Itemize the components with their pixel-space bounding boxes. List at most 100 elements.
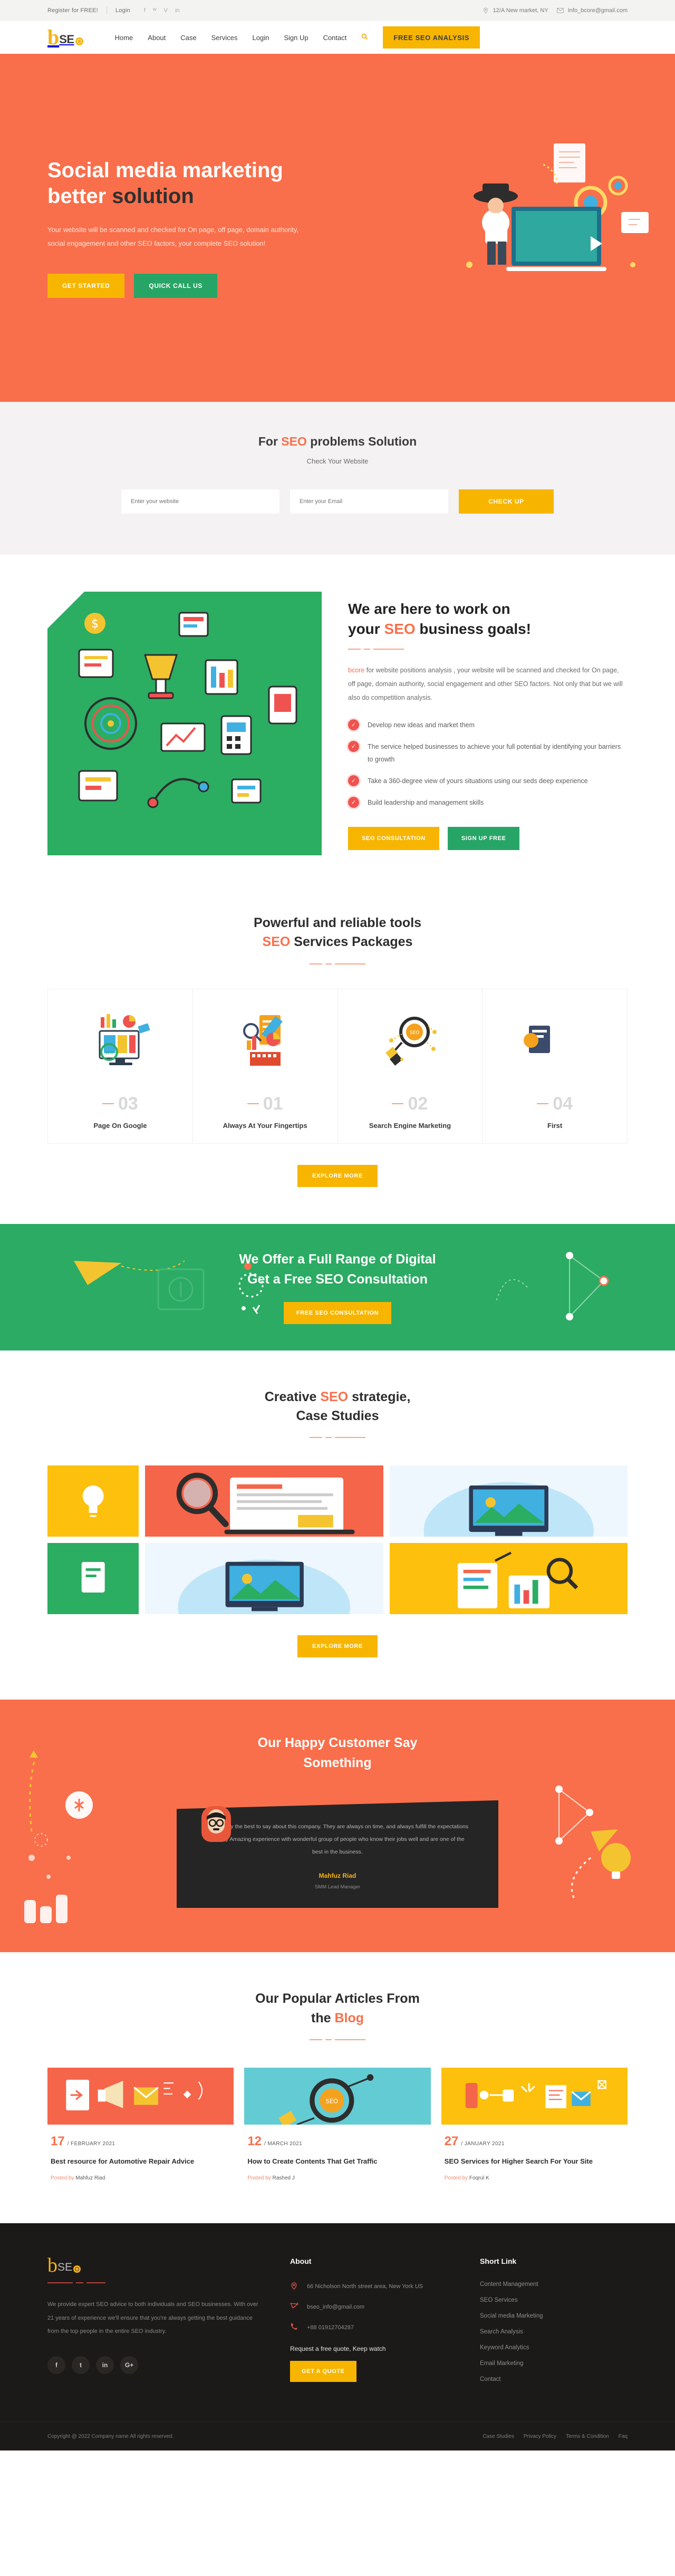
footer-bottom-link-privacy-policy[interactable]: Privacy Policy — [524, 2434, 556, 2439]
footer-social-links: f t in G+ — [47, 2356, 258, 2375]
footer-link-content-management[interactable]: Content Management — [480, 2281, 628, 2288]
footer-link-search-analysis[interactable]: Search Analysis — [480, 2329, 628, 2335]
footer-link-email-marketing[interactable]: Email Marketing — [480, 2360, 628, 2367]
footer-about-text: We provide expert SEO advice to both ind… — [47, 2301, 258, 2334]
blog-post-title[interactable]: SEO Services for Higher Search For Your … — [445, 2156, 624, 2167]
blog-thumbnail: SEO — [244, 2067, 431, 2125]
testimonial-title: Our Happy Customer Say Something — [47, 1733, 628, 1773]
hero-title-line2-dark: solution — [112, 185, 194, 208]
goals-list: ✓ Develop new ideas and market them ✓ Th… — [348, 719, 628, 809]
vimeo-icon[interactable]: V — [164, 7, 168, 14]
case-item[interactable] — [47, 1543, 139, 1614]
blog-post-title[interactable]: How to Create Contents That Get Traffic — [247, 2156, 427, 2167]
footer-address-text: 66 Nicholson North street area, New York… — [307, 2283, 423, 2290]
cases-title-line2: Case Studies — [296, 1408, 379, 1423]
cases-explore-more-button[interactable]: EXPLORE MORE — [297, 1635, 378, 1657]
testimonial-quote: I have only the best to say about this c… — [206, 1824, 469, 1856]
section-divider — [47, 2039, 628, 2040]
goals-title: We are here to work on your SEO business… — [348, 599, 628, 639]
blog-card[interactable]: 27 / JANUARY 2021 SEO Services for Highe… — [441, 2067, 628, 2182]
service-card[interactable]: SEO 03 Page On Google — [47, 988, 193, 1144]
google-plus-icon[interactable]: G+ — [120, 2356, 138, 2375]
footer-phone-text[interactable]: +88 01912704287 — [307, 2322, 354, 2333]
service-card[interactable]: SEO 02 Search Engine Marketing — [338, 988, 483, 1144]
checkup-title-post: problems Solution — [306, 435, 417, 448]
services-explore-more-button[interactable]: EXPLORE MORE — [297, 1164, 378, 1187]
goals-section: $ We are here to work on your SEO busine… — [0, 555, 675, 898]
services-title-line1: Powerful and reliable tools — [253, 915, 422, 930]
nav-item-contact[interactable]: Contact — [323, 34, 347, 42]
twitter-icon[interactable]: t — [72, 2356, 90, 2375]
address-item: 12/A New market, NY — [482, 7, 548, 14]
seo-consultation-button[interactable]: SEO CONSULTATION — [348, 826, 439, 850]
service-card[interactable]: 04 First — [483, 988, 628, 1144]
service-card[interactable]: 01 Always At Your Fingertips — [192, 988, 338, 1144]
quick-call-us-button[interactable]: QUICK CALL US — [134, 273, 217, 298]
blog-post-title[interactable]: Best resource for Automotive Repair Advi… — [51, 2156, 230, 2167]
service-number-wrap: 04 — [492, 1094, 618, 1114]
twitter-icon[interactable]: ᵂ — [153, 7, 157, 14]
search-icon[interactable] — [361, 33, 368, 42]
blog-card[interactable]: SEO 12 / MARCH 2021 How to Create Conten… — [244, 2067, 431, 2181]
footer-bottom-link-terms[interactable]: Terms & Condition — [566, 2434, 609, 2439]
nav-item-signup[interactable]: Sign Up — [284, 34, 308, 42]
get-started-button[interactable]: GET STARTED — [47, 273, 125, 298]
footer-email: bseo_info@gmail.com — [290, 2302, 448, 2313]
blog-thumbnail — [441, 2067, 628, 2125]
sign-up-free-button[interactable]: SIGN UP FREE — [447, 826, 520, 850]
facebook-icon[interactable]: f — [47, 2356, 65, 2375]
case-studies-section: Creative SEO strategie, Case Studies EXP… — [0, 1350, 675, 1700]
hero-title: Social media marketing better solution — [47, 158, 353, 209]
free-seo-analysis-button[interactable]: FREE SEO ANALYSIS — [383, 26, 480, 49]
facebook-icon[interactable]: f — [144, 7, 146, 14]
footer-link-contact[interactable]: Contact — [480, 2376, 628, 2382]
website-input[interactable] — [121, 489, 279, 514]
get-a-quote-button[interactable]: GET A QUOTE — [290, 2360, 356, 2382]
case-item[interactable] — [47, 1465, 139, 1537]
case-item[interactable] — [145, 1465, 383, 1537]
blog-author-line: Posted by Rashed J — [247, 2175, 427, 2181]
footer-link-social-media-marketing[interactable]: Social media Marketing — [480, 2313, 628, 2319]
nav-item-login[interactable]: Login — [253, 34, 269, 42]
footer-divider — [47, 2282, 258, 2284]
login-link[interactable]: Login — [115, 7, 130, 14]
services-carousel[interactable]: SEO 03 Page On Google 01 Always At Your … — [47, 988, 628, 1144]
blog-card[interactable]: 17 / FEBRUARY 2021 Best resource for Aut… — [47, 2067, 234, 2181]
email-input[interactable] — [290, 489, 448, 514]
case-item[interactable] — [389, 1543, 628, 1614]
footer-logo-b: b — [47, 2254, 57, 2277]
service-title: First — [547, 1121, 563, 1130]
service-title: Page On Google — [93, 1121, 147, 1130]
footer-email-text[interactable]: bseo_info@gmail.com — [307, 2302, 364, 2313]
logo-se: SE — [59, 33, 74, 46]
testimonial-title-line2: Something — [303, 1755, 372, 1770]
list-item: ✓ The service helped businesses to achie… — [348, 741, 628, 765]
register-link[interactable]: Register for FREE! — [47, 7, 98, 14]
footer-link-seo-services[interactable]: SEO Services — [480, 2297, 628, 2303]
svg-text:$: $ — [91, 618, 99, 631]
logo-b: b — [47, 25, 60, 49]
green-cta-line1: We Offer a Full Range of Digital — [239, 1252, 436, 1267]
site-logo[interactable]: b SE — [47, 25, 83, 49]
services-title-highlight: SEO — [262, 934, 291, 950]
case-item[interactable] — [145, 1543, 383, 1614]
linkedin-icon[interactable]: in — [175, 7, 180, 14]
blog-day: 17 — [51, 2134, 65, 2148]
location-pin-icon — [290, 2281, 300, 2292]
check-up-button[interactable]: CHECK UP — [459, 489, 554, 514]
list-item: ✓ Take a 360-degree view of yours situat… — [348, 775, 628, 787]
nav-item-home[interactable]: Home — [115, 34, 133, 42]
footer-bottom-link-faq[interactable]: Faq — [619, 2434, 628, 2439]
nav-item-case[interactable]: Case — [180, 34, 196, 42]
footer-link-keyword-analytics[interactable]: Keyword Analytics — [480, 2345, 628, 2351]
email-item: Info_bcore@gmail.com — [557, 7, 628, 14]
nav-item-about[interactable]: About — [148, 34, 166, 42]
free-seo-consultation-button[interactable]: FREE SEO CONSULTATION — [283, 1302, 392, 1324]
footer-logo[interactable]: b SE — [47, 2254, 258, 2277]
footer-bottom-link-case-studies[interactable]: Case Studies — [483, 2434, 514, 2439]
linkedin-icon[interactable]: in — [96, 2356, 114, 2375]
case-item[interactable] — [389, 1465, 628, 1537]
blog-author: Foqrul K — [469, 2175, 489, 2182]
goals-title-line2-pre: your — [348, 620, 384, 637]
nav-item-services[interactable]: Services — [211, 34, 238, 42]
